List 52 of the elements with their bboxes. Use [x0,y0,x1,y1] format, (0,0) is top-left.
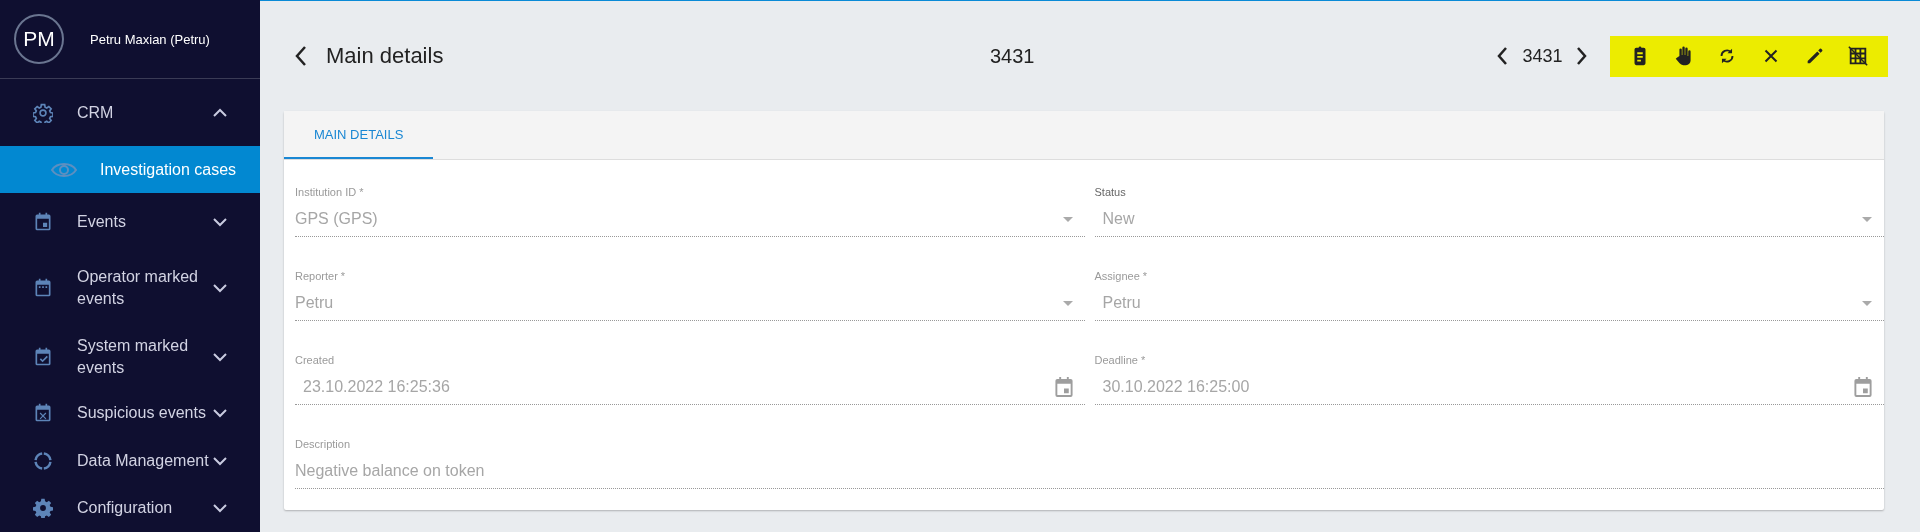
calendar-cross-icon [33,402,53,423]
sidebar-item[interactable]: System marked events [0,325,260,388]
sidebar-item[interactable]: Suspicious events [0,388,260,437]
calendar-icon [33,278,53,298]
grid-off-icon [1847,45,1870,67]
field-label: Assignee * [1094,270,1149,284]
dropdown-arrow-icon [1862,216,1872,222]
next-icon[interactable] [1576,46,1589,66]
sidebar-item[interactable]: Data Management [0,437,260,485]
field-label: Institution ID * [295,186,365,200]
previous-icon[interactable] [1496,46,1509,66]
chevron-down-icon [213,503,227,513]
chevron-down-icon [213,456,227,466]
dropdown-arrow-icon [1062,300,1073,306]
ring-icon [33,451,53,471]
record-counter: 3431 [1522,45,1563,67]
sidebar-item[interactable]: CRM [0,79,260,146]
field-label: Deadline * [1094,354,1147,368]
eye-icon [50,160,78,179]
calendar-icon [1054,377,1073,397]
chevron-down-icon [213,283,227,293]
calendar-icon [1854,377,1872,397]
record-number: 3431 [989,44,1036,68]
chevron-down-icon [213,217,227,227]
dropdown-arrow-icon [1062,216,1073,222]
date-field[interactable]: 30.10.2022 16:25:00 [1094,370,1884,405]
select-field[interactable]: Petru [1094,286,1884,321]
sidebar-item[interactable]: Configuration [0,485,260,531]
tab[interactable]: MAIN DETAILS [284,111,434,159]
sidebar-subitem[interactable]: Investigation cases [0,146,260,193]
select-field[interactable]: New [1094,202,1884,237]
calendar-check-icon [33,346,53,367]
sidebar-item[interactable]: Events [0,193,260,251]
chevron-up-icon [213,107,227,118]
calendar-icon [33,212,53,232]
field-label: Reporter * [295,270,347,284]
user-name: Petru Maxian (Petru) [90,31,210,47]
select-field[interactable]: GPS (GPS) [295,202,1085,237]
field-label: Status [1094,186,1127,200]
input-field[interactable]: Negative balance on token [295,454,1884,489]
date-field[interactable]: 23.10.2022 16:25:36 [295,370,1085,405]
avatar: PM [14,14,64,64]
page-title: Main details [326,43,444,69]
chevron-down-icon [213,351,227,362]
settings-icon [33,498,53,518]
field-label: Created [295,354,336,368]
select-field[interactable]: Petru [295,286,1085,321]
gear-icon [33,102,53,123]
chevron-down-icon [213,407,227,418]
dropdown-arrow-icon [1862,300,1872,306]
sidebar-item[interactable]: Operator marked events [0,251,260,325]
field-label: Description [295,438,352,452]
